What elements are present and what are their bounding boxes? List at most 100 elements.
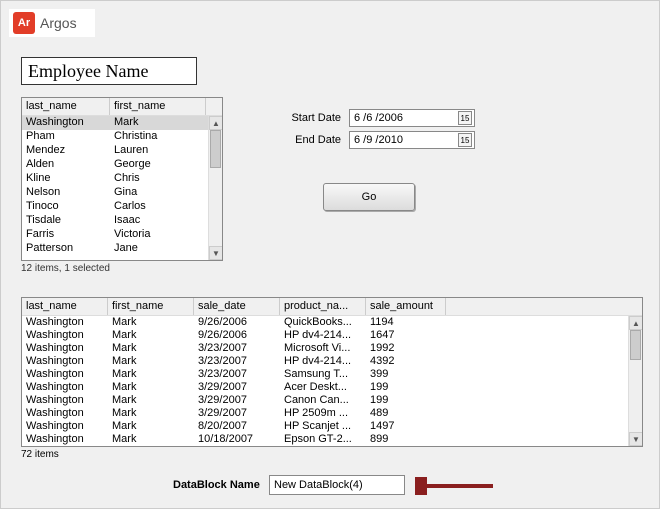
cell-first-name: Jane <box>110 242 206 256</box>
table-row[interactable]: NelsonGina <box>22 186 208 200</box>
sales-list[interactable]: last_name first_name sale_date product_n… <box>21 297 643 447</box>
cell-product-name: HP dv4-214... <box>280 355 366 368</box>
cell-last-name: Kline <box>22 172 110 186</box>
cell-last-name: Farris <box>22 228 110 242</box>
start-date-input[interactable]: 6 /6 /2006 15 <box>349 109 475 127</box>
table-row[interactable]: WashingtonMark10/18/2007Epson GT-2...899 <box>22 433 628 446</box>
sales-list-header: last_name first_name sale_date product_n… <box>22 298 642 316</box>
cell-sale-date: 10/18/2007 <box>194 433 280 446</box>
cell-sale-date: 3/23/2007 <box>194 368 280 381</box>
end-date-input[interactable]: 6 /9 /2010 15 <box>349 131 475 149</box>
cell-first-name: Mark <box>108 329 194 342</box>
table-row[interactable]: WashingtonMark9/26/2006HP dv4-214...1647 <box>22 329 628 342</box>
table-row[interactable]: WashingtonMark3/23/2007HP dv4-214...4392 <box>22 355 628 368</box>
cell-first-name: Mark <box>108 342 194 355</box>
calendar-icon[interactable]: 15 <box>458 133 472 147</box>
employee-list-status: 12 items, 1 selected <box>21 263 110 274</box>
cell-last-name: Nelson <box>22 186 110 200</box>
start-date-row: Start Date 6 /6 /2006 15 <box>281 109 475 127</box>
cell-product-name: HP 2509m ... <box>280 407 366 420</box>
table-row[interactable]: PattersonJane <box>22 242 208 256</box>
scroll-down-icon[interactable]: ▼ <box>629 432 642 446</box>
col-header-product-name[interactable]: product_na... <box>280 298 366 315</box>
cell-sale-amount: 199 <box>366 381 446 394</box>
scroll-thumb[interactable] <box>630 330 641 360</box>
employee-list-header: last_name first_name <box>22 98 222 116</box>
app-name: Argos <box>40 15 77 31</box>
table-row[interactable]: WashingtonMark3/23/2007Samsung T...399 <box>22 368 628 381</box>
cell-first-name: Isaac <box>110 214 206 228</box>
cell-sale-amount: 1647 <box>366 329 446 342</box>
end-date-row: End Date 6 /9 /2010 15 <box>281 131 475 149</box>
cell-first-name: Carlos <box>110 200 206 214</box>
scroll-down-icon[interactable]: ▼ <box>209 246 222 260</box>
table-row[interactable]: FarrisVictoria <box>22 228 208 242</box>
scrollbar[interactable]: ▲ ▼ <box>628 316 642 446</box>
cell-last-name: Washington <box>22 381 108 394</box>
cell-sale-date: 3/23/2007 <box>194 342 280 355</box>
cell-sale-date: 3/29/2007 <box>194 394 280 407</box>
cell-first-name: Lauren <box>110 144 206 158</box>
cell-product-name: QuickBooks... <box>280 316 366 329</box>
cell-last-name: Washington <box>22 368 108 381</box>
cell-first-name: Mark <box>108 394 194 407</box>
cell-first-name: Mark <box>108 316 194 329</box>
datablock-name-input[interactable]: New DataBlock(4) <box>269 475 405 495</box>
end-date-value: 6 /9 /2010 <box>354 134 403 146</box>
cell-first-name: Mark <box>108 420 194 433</box>
cell-last-name: Tisdale <box>22 214 110 228</box>
employee-list[interactable]: last_name first_name WashingtonMarkPhamC… <box>21 97 223 261</box>
table-row[interactable]: KlineChris <box>22 172 208 186</box>
table-row[interactable]: AldenGeorge <box>22 158 208 172</box>
cell-first-name: Victoria <box>110 228 206 242</box>
cell-last-name: Washington <box>22 394 108 407</box>
table-row[interactable]: WashingtonMark3/29/2007HP 2509m ...489 <box>22 407 628 420</box>
cell-sale-date: 9/26/2006 <box>194 329 280 342</box>
scroll-thumb[interactable] <box>210 130 221 168</box>
cell-product-name: Epson GT-2... <box>280 433 366 446</box>
cell-sale-amount: 1497 <box>366 420 446 433</box>
cell-first-name: George <box>110 158 206 172</box>
cell-product-name: Samsung T... <box>280 368 366 381</box>
cell-first-name: Mark <box>108 368 194 381</box>
table-row[interactable]: MendezLauren <box>22 144 208 158</box>
table-row[interactable]: WashingtonMark3/29/2007Canon Can...199 <box>22 394 628 407</box>
col-header-last-name[interactable]: last_name <box>22 298 108 315</box>
col-header-first-name[interactable]: first_name <box>108 298 194 315</box>
scroll-up-icon[interactable]: ▲ <box>629 316 642 330</box>
cell-first-name: Mark <box>108 407 194 420</box>
cell-sale-amount: 4392 <box>366 355 446 368</box>
table-row[interactable]: WashingtonMark3/29/2007Acer Deskt...199 <box>22 381 628 394</box>
cell-sale-date: 3/29/2007 <box>194 381 280 394</box>
col-header-sale-date[interactable]: sale_date <box>194 298 280 315</box>
cell-product-name: Canon Can... <box>280 394 366 407</box>
scrollbar[interactable]: ▲ ▼ <box>208 116 222 260</box>
table-row[interactable]: WashingtonMark <box>22 116 208 130</box>
table-row[interactable]: PhamChristina <box>22 130 208 144</box>
table-row[interactable]: TinocoCarlos <box>22 200 208 214</box>
go-button[interactable]: Go <box>323 183 415 211</box>
employee-list-body: WashingtonMarkPhamChristinaMendezLaurenA… <box>22 116 222 260</box>
table-row[interactable]: WashingtonMark8/20/2007HP Scanjet ...149… <box>22 420 628 433</box>
col-header-last-name[interactable]: last_name <box>22 98 110 115</box>
scroll-up-icon[interactable]: ▲ <box>209 116 222 130</box>
cell-sale-date: 3/23/2007 <box>194 355 280 368</box>
col-header-sale-amount[interactable]: sale_amount <box>366 298 446 315</box>
sales-list-body: WashingtonMark9/26/2006QuickBooks...1194… <box>22 316 642 446</box>
table-row[interactable]: WashingtonMark9/26/2006QuickBooks...1194 <box>22 316 628 329</box>
end-date-label: End Date <box>281 134 341 146</box>
table-row[interactable]: WashingtonMark3/23/2007Microsoft Vi...19… <box>22 342 628 355</box>
col-header-first-name[interactable]: first_name <box>110 98 206 115</box>
datablock-name-label: DataBlock Name <box>173 479 260 491</box>
cell-product-name: HP dv4-214... <box>280 329 366 342</box>
cell-last-name: Washington <box>22 420 108 433</box>
cell-last-name: Patterson <box>22 242 110 256</box>
cell-sale-date: 9/26/2006 <box>194 316 280 329</box>
cell-sale-amount: 199 <box>366 394 446 407</box>
cell-last-name: Alden <box>22 158 110 172</box>
calendar-icon[interactable]: 15 <box>458 111 472 125</box>
arrow-annotation-icon <box>415 477 495 495</box>
cell-last-name: Washington <box>22 316 108 329</box>
table-row[interactable]: TisdaleIsaac <box>22 214 208 228</box>
page-title: Employee Name <box>21 57 197 85</box>
